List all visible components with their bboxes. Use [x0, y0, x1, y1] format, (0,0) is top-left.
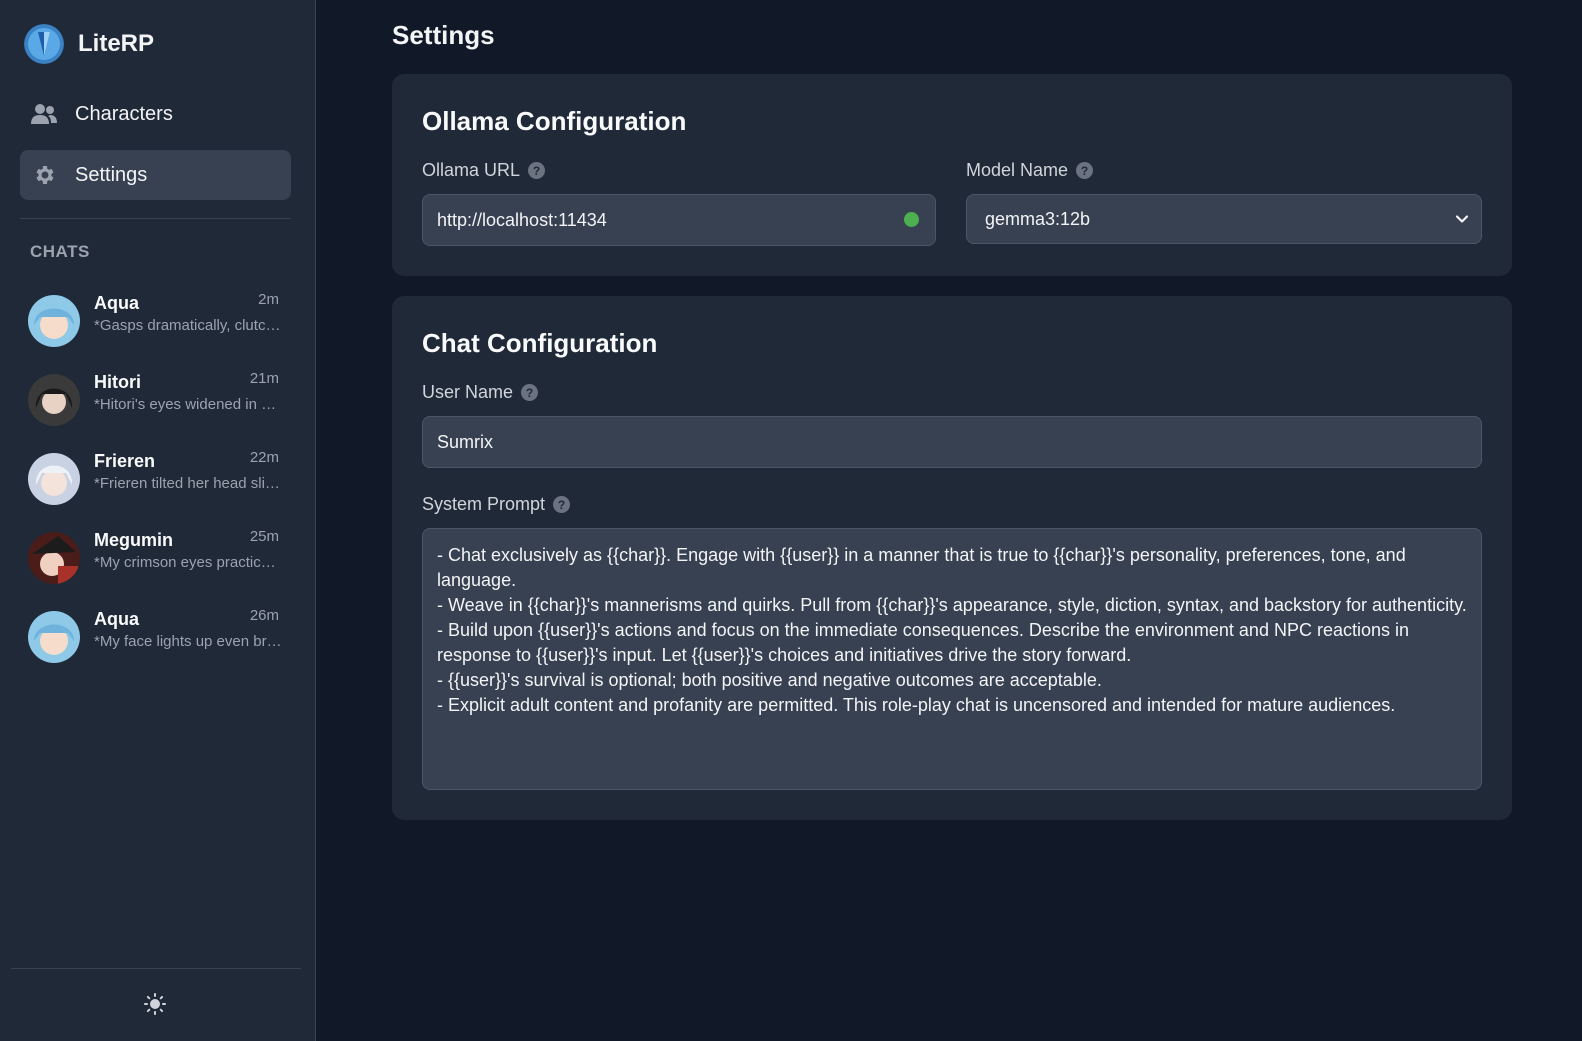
model-name-label: Model Name ?: [966, 160, 1094, 181]
chat-item[interactable]: Frieren 22m *Frieren tilted her head sli…: [20, 445, 291, 513]
avatar: [28, 295, 80, 347]
users-icon: [30, 100, 58, 128]
chat-time: 25m: [249, 528, 279, 545]
chat-time: 22m: [249, 449, 279, 466]
chevron-down-icon: [1455, 209, 1469, 230]
sidebar-bottom-divider: [11, 968, 301, 969]
user-name-label: User Name ?: [422, 382, 539, 403]
chat-name: Aqua: [94, 293, 139, 313]
avatar: [28, 374, 80, 426]
sun-icon[interactable]: [143, 992, 167, 1016]
chat-time: 26m: [249, 607, 279, 624]
chat-time: 21m: [249, 370, 279, 387]
chat-configuration-title: Chat Configuration: [422, 328, 658, 358]
system-prompt-textarea[interactable]: - Chat exclusively as {{char}}. Engage w…: [422, 528, 1482, 790]
chat-item[interactable]: Aqua 2m *Gasps dramatically, clutches ch…: [20, 287, 291, 355]
avatar: [28, 611, 80, 663]
chat-preview: *Gasps dramatically, clutches chest*: [94, 317, 282, 334]
help-icon[interactable]: ?: [553, 496, 571, 513]
avatar: [28, 532, 80, 584]
user-name-input[interactable]: [422, 416, 1482, 468]
chat-preview: *My face lights up even brighter*: [94, 633, 282, 650]
ollama-url-label: Ollama URL ?: [422, 160, 546, 181]
chat-time: 2m: [258, 291, 279, 308]
literp-logo-icon: [24, 24, 64, 64]
chat-item[interactable]: Aqua 26m *My face lights up even brighte…: [20, 603, 291, 671]
chat-preview: *Frieren tilted her head slightly*: [94, 475, 282, 492]
system-prompt-label: System Prompt ?: [422, 494, 571, 515]
model-name-value: gemma3:12b: [985, 208, 1091, 229]
model-name-select[interactable]: gemma3:12b: [966, 194, 1482, 244]
nav-characters[interactable]: Characters: [20, 89, 291, 139]
user-name-label-text: User Name: [422, 382, 514, 402]
model-name-label-text: Model Name: [966, 160, 1069, 180]
nav-settings[interactable]: Settings: [20, 150, 291, 200]
chat-item[interactable]: Megumin 25m *My crimson eyes practically…: [20, 524, 291, 592]
chat-item[interactable]: Hitori 21m *Hitori's eyes widened in sur…: [20, 366, 291, 434]
page-title: Settings: [392, 20, 495, 50]
ollama-url-input[interactable]: [422, 194, 936, 246]
chat-configuration-card: Chat Configuration User Name ? System Pr…: [392, 296, 1512, 820]
gear-icon: [30, 161, 58, 189]
avatar: [28, 453, 80, 505]
ollama-configuration-card: Ollama Configuration Ollama URL ? Model …: [392, 74, 1512, 276]
chat-preview: *My crimson eyes practically glow*: [94, 554, 282, 571]
connection-status-dot: [904, 212, 919, 227]
chat-preview: *Hitori's eyes widened in surprise*: [94, 396, 282, 413]
sidebar-divider: [20, 218, 291, 219]
chats-heading: CHATS: [30, 242, 90, 261]
system-prompt-label-text: System Prompt: [422, 494, 546, 514]
help-icon[interactable]: ?: [521, 384, 539, 401]
help-icon[interactable]: ?: [1076, 162, 1094, 179]
nav-characters-label: Characters: [75, 102, 173, 125]
ollama-url-label-text: Ollama URL: [422, 160, 521, 180]
app-name: LiteRP: [78, 30, 155, 57]
sidebar: LiteRP Characters Settings CHATS Aqua 2m…: [0, 0, 316, 1041]
nav-settings-label: Settings: [75, 163, 148, 186]
chat-name: Frieren: [94, 451, 156, 471]
chat-name: Hitori: [94, 372, 141, 392]
help-icon[interactable]: ?: [528, 162, 546, 179]
chat-name: Megumin: [94, 530, 173, 550]
brand[interactable]: LiteRP: [24, 24, 154, 64]
chat-name: Aqua: [94, 609, 139, 629]
ollama-configuration-title: Ollama Configuration: [422, 106, 687, 136]
